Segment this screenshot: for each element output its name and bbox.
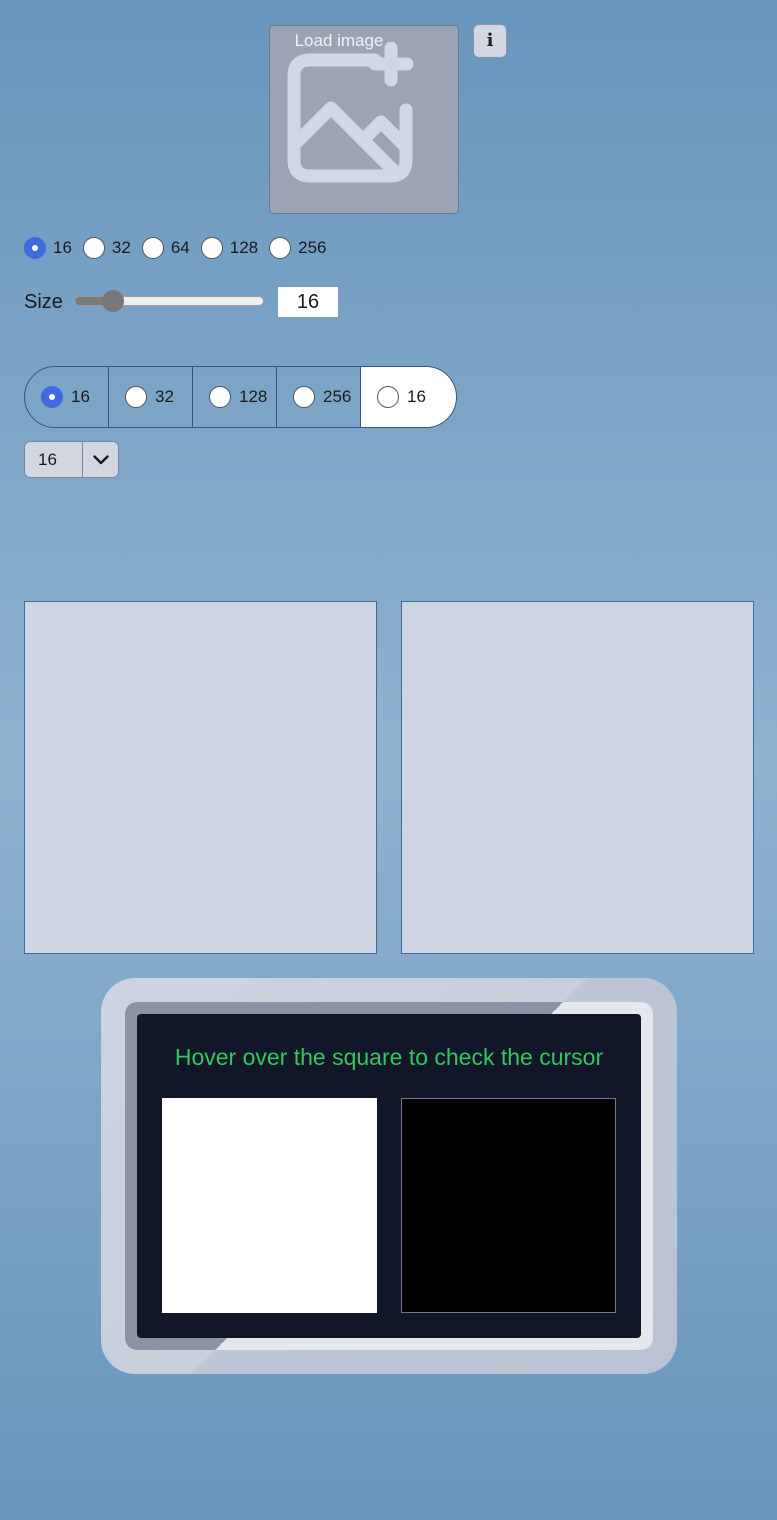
segment-label: 256 [323,387,352,406]
cursor-test-message: Hover over the square to check the curso… [174,1044,604,1070]
size-radio-option[interactable]: 16 [24,237,72,259]
radio-label: 128 [229,238,259,257]
radio-button[interactable] [293,386,315,408]
device-screen: Hover over the square to check the curso… [137,1014,641,1338]
radio-label: 32 [111,238,131,257]
segment-option[interactable]: 32 [109,367,193,427]
size-radio-group: 16 32 64 128 256 [24,236,338,260]
select-value: 16 [25,442,83,477]
size-radio-option[interactable]: 64 [141,237,190,259]
segment-option[interactable]: 256 [277,367,361,427]
radio-button[interactable] [141,237,164,259]
add-image-icon [287,42,414,183]
segment-label: 16 [407,387,426,406]
radio-label: 256 [298,238,327,257]
black-test-square[interactable] [401,1098,616,1313]
info-icon: i [486,30,494,51]
size-radio-option[interactable]: 256 [269,237,327,259]
size-select[interactable]: 16 [24,441,119,478]
size-radio-option[interactable]: 32 [82,237,131,259]
white-test-square[interactable] [162,1098,377,1313]
cursor-preview-canvas[interactable] [401,601,754,954]
segment-label: 128 [239,387,268,406]
load-image-button[interactable]: Load image [269,25,459,214]
size-label: Size [24,291,63,313]
size-slider[interactable] [74,290,264,312]
device-bezel: Hover over the square to check the curso… [125,1002,653,1350]
radio-button[interactable] [200,237,223,259]
size-number-input[interactable]: 16 [278,287,338,317]
radio-button[interactable] [125,386,147,408]
chevron-down-icon[interactable] [83,442,118,477]
source-image-canvas[interactable] [24,601,377,954]
radio-button[interactable] [377,386,399,408]
size-segmented-control: 16 32 128 256 16 [24,366,457,428]
slider-thumb[interactable] [101,290,124,312]
info-button[interactable]: i [473,24,507,58]
radio-button-checked[interactable] [41,386,63,408]
radio-label: 16 [53,238,72,257]
segment-option[interactable]: 16 [361,367,456,427]
cursor-test-device: Hover over the square to check the curso… [101,978,677,1374]
segment-option[interactable]: 128 [193,367,277,427]
segment-option[interactable]: 16 [25,367,109,427]
segment-label: 16 [71,387,90,406]
radio-button[interactable] [209,386,231,408]
segment-label: 32 [155,387,174,406]
size-radio-option[interactable]: 128 [200,237,259,259]
radio-label: 64 [170,238,190,257]
radio-button[interactable] [269,237,292,259]
radio-button-checked[interactable] [24,237,46,259]
radio-button[interactable] [82,237,105,259]
